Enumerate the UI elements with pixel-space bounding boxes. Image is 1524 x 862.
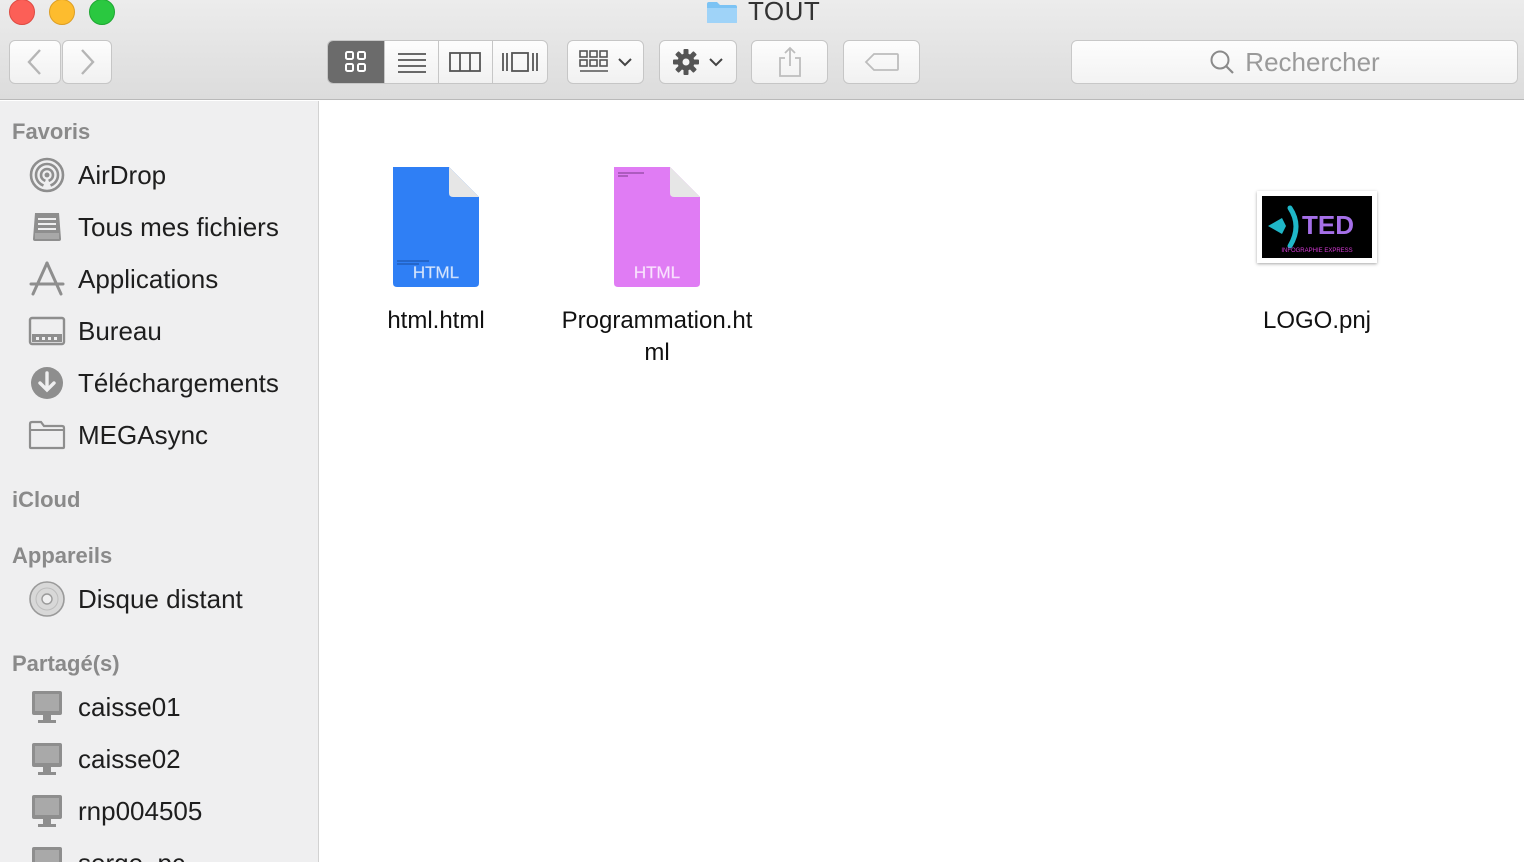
file-name: LOGO.pnj (1262, 307, 1372, 334)
gear-icon (673, 49, 699, 75)
view-mode-control (327, 40, 548, 84)
svg-text:HTML: HTML (413, 263, 459, 282)
applications-icon (28, 260, 66, 298)
sidebar-item-label: Téléchargements (78, 367, 279, 398)
file-name-line-2: ml (644, 339, 670, 366)
column-view-button[interactable] (439, 41, 493, 83)
action-button[interactable] (659, 40, 737, 84)
file-item-logo-pnj[interactable]: TED INFOGRAPHIE EXPRESS LOGO.pnj (1252, 191, 1382, 337)
chevron-left-icon (27, 49, 41, 75)
sidebar-item-bureau[interactable]: Bureau (28, 309, 162, 353)
columns-icon (449, 52, 482, 72)
sidebar-item-label: MEGAsync (78, 419, 209, 450)
chevron-down-icon (617, 58, 632, 67)
coverflow-icon (501, 52, 538, 72)
search-placeholder: Rechercher (1245, 46, 1380, 77)
sidebar-header-icloud: iCloud (12, 487, 81, 512)
folder-icon (28, 416, 66, 454)
minimize-button[interactable] (49, 0, 75, 25)
back-button[interactable] (9, 40, 61, 84)
arrange-button[interactable] (567, 40, 644, 84)
sidebar-item-applications[interactable]: Applications (28, 257, 218, 301)
file-browser: HTML html.html HTML Programmation.ht ml … (320, 101, 1524, 862)
grid-icon (345, 51, 367, 72)
file-name-line-1: Programmation.ht (561, 307, 753, 334)
sidebar: Favoris AirDrop Tous mes fichiers Applic… (0, 101, 319, 862)
logo-subtext: INFOGRAPHIE EXPRESS (1281, 248, 1352, 254)
sidebar-item-all-files[interactable]: Tous mes fichiers (28, 205, 279, 249)
zoom-button[interactable] (89, 0, 115, 25)
disc-icon (28, 580, 66, 618)
file-item-programmation-html[interactable]: HTML Programmation.ht ml (552, 165, 762, 369)
sidebar-item-megasync[interactable]: MEGAsync (28, 413, 208, 457)
search-field[interactable]: Rechercher (1071, 40, 1518, 84)
airdrop-icon (28, 156, 66, 194)
search-icon (1210, 50, 1235, 74)
chevron-down-icon (709, 58, 723, 67)
computer-icon (28, 740, 66, 778)
file-name: html.html (387, 307, 485, 334)
svg-text:HTML: HTML (634, 263, 680, 282)
downloads-icon (28, 364, 66, 402)
coverflow-view-button[interactable] (493, 41, 547, 83)
computer-icon (28, 792, 66, 830)
logo-text: TED (1302, 210, 1354, 240)
sidebar-item-label: AirDrop (78, 159, 167, 190)
sidebar-item-airdrop[interactable]: AirDrop (28, 153, 166, 197)
folder-icon (706, 0, 738, 23)
list-icon (397, 53, 426, 73)
tag-icon (864, 53, 899, 71)
sidebar-item-label: Tous mes fichiers (78, 211, 279, 242)
sidebar-item-label: caisse01 (78, 691, 181, 722)
sidebar-header-appareils: Appareils (12, 543, 113, 568)
sidebar-item-serge-pc[interactable]: serge_pc (28, 841, 185, 862)
toolbar: TOUT Rechercher (0, 0, 1524, 100)
sidebar-item-label: Bureau (78, 315, 162, 346)
sidebar-item-label: Disque distant (78, 583, 243, 614)
window-title: TOUT (706, 0, 820, 26)
desktop-icon (28, 312, 66, 350)
html-file-icon: HTML (614, 167, 700, 287)
computer-icon (28, 844, 66, 862)
arrange-icon (578, 50, 608, 72)
sidebar-header-partages: Partagé(s) (12, 651, 120, 676)
sidebar-header-favoris: Favoris (12, 119, 91, 144)
chevron-right-icon (81, 49, 95, 75)
sidebar-item-caisse01[interactable]: caisse01 (28, 685, 181, 729)
sidebar-item-label: rnp004505 (78, 795, 203, 826)
sidebar-item-disque-distant[interactable]: Disque distant (28, 577, 243, 621)
share-icon (778, 46, 801, 77)
icon-view-button[interactable] (328, 41, 386, 83)
sidebar-item-label: serge_pc (78, 848, 185, 862)
sidebar-item-label: caisse02 (78, 743, 181, 774)
html-file-icon: HTML (393, 167, 479, 287)
all-files-icon (28, 208, 66, 246)
sidebar-item-caisse02[interactable]: caisse02 (28, 737, 181, 781)
computer-icon (28, 688, 66, 726)
tag-button[interactable] (843, 40, 920, 84)
share-button[interactable] (751, 40, 828, 84)
sidebar-item-rnp004505[interactable]: rnp004505 (28, 789, 202, 833)
sidebar-item-telechargements[interactable]: Téléchargements (28, 361, 279, 405)
list-view-button[interactable] (385, 41, 439, 83)
forward-button[interactable] (62, 40, 112, 84)
window-title-text: TOUT (748, 0, 821, 26)
ted-logo-image: TED INFOGRAPHIE EXPRESS (1262, 196, 1372, 258)
sidebar-item-label: Applications (78, 263, 219, 294)
close-button[interactable] (9, 0, 35, 25)
image-thumbnail: TED INFOGRAPHIE EXPRESS (1257, 191, 1377, 263)
file-item-html-html[interactable]: HTML html.html (372, 165, 500, 337)
